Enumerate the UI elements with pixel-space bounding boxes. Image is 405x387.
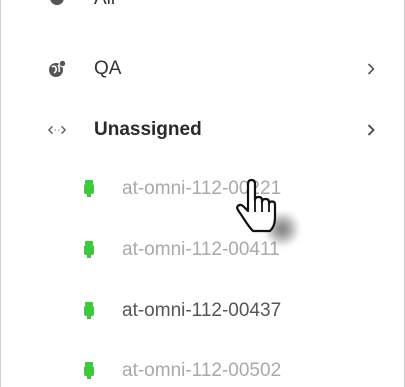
globe-icon: [47, 0, 67, 8]
device-tree-panel: All QA Unassigned: [0, 0, 405, 387]
tree-group-label: QA: [94, 58, 122, 79]
device-label: at-omni-112-00502: [122, 360, 282, 381]
chevron-right-icon[interactable]: [366, 62, 376, 76]
tree-item-label: All: [94, 0, 115, 10]
device-plug-icon: [83, 240, 95, 260]
device-item[interactable]: at-omni-112-00411: [1, 230, 404, 270]
hand-pointer-cursor-icon: [231, 178, 311, 258]
device-item[interactable]: at-omni-112-00437: [1, 291, 404, 331]
chevron-right-icon[interactable]: [366, 123, 376, 137]
tree-group-unassigned[interactable]: Unassigned: [1, 110, 404, 150]
device-plug-icon: [83, 179, 95, 199]
unlinked-arrows-icon: [47, 120, 67, 140]
device-label: at-omni-112-00437: [122, 300, 282, 321]
device-plug-icon: [83, 301, 95, 321]
tree-group-label: Unassigned: [94, 119, 202, 140]
tree-group-qa[interactable]: QA: [1, 49, 404, 89]
device-plug-icon: [83, 361, 95, 381]
tree-item-all[interactable]: All: [1, 0, 404, 12]
device-item[interactable]: at-omni-112-00502: [1, 351, 404, 387]
device-item[interactable]: at-omni-112-00221: [1, 169, 404, 209]
globe-pin-icon: [47, 59, 67, 79]
